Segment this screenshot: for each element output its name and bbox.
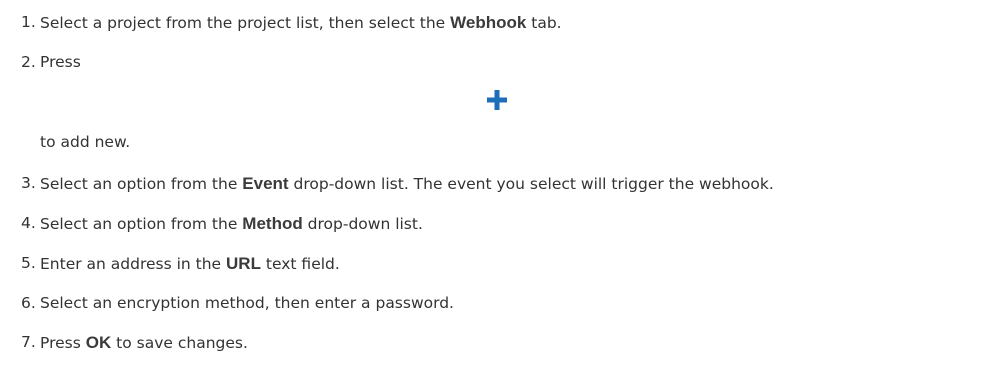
step-text-before: Select an option from the: [40, 175, 243, 193]
step-number: 1.: [21, 13, 36, 31]
ui-term-url: URL: [226, 254, 261, 273]
step-text-after: drop-down list. The event you select wil…: [288, 175, 774, 193]
step-text-before: Press: [40, 334, 86, 352]
step-text: Enter an address in the URL text field.: [40, 254, 340, 274]
step-number: 2.: [21, 53, 36, 71]
step-text: Select an encryption method, then enter …: [40, 294, 454, 312]
ui-term-webhook: Webhook: [450, 13, 527, 32]
step-text: Select a project from the project list, …: [40, 13, 562, 33]
step-text: Press: [40, 53, 81, 71]
step-text-before: Select an option from the: [40, 215, 243, 233]
step-number: 4.: [21, 214, 36, 232]
step-number: 5.: [21, 254, 36, 272]
step-text: Select an option from the Method drop-do…: [40, 214, 423, 234]
step-text: Select an option from the Event drop-dow…: [40, 174, 774, 194]
step-text-after: text field.: [260, 255, 340, 273]
step-number: 3.: [21, 174, 36, 192]
step-text-before: Select a project from the project list, …: [40, 14, 451, 32]
step-text-after: tab.: [526, 14, 562, 32]
step-text-before: Enter an address in the: [40, 255, 227, 273]
plus-icon-horizontal-bar: [487, 97, 507, 103]
plus-icon: [487, 90, 507, 110]
step-text-continuation: to add new.: [40, 133, 131, 151]
step-number: 7.: [21, 333, 36, 351]
step-text: Press OK to save changes.: [40, 333, 248, 353]
ui-term-method: Method: [242, 214, 303, 233]
step-number: 6.: [21, 294, 36, 312]
ui-term-ok: OK: [85, 333, 112, 352]
step-text-after: to save changes.: [111, 334, 248, 352]
step-text-after: drop-down list.: [302, 215, 423, 233]
ui-term-event: Event: [242, 174, 289, 193]
